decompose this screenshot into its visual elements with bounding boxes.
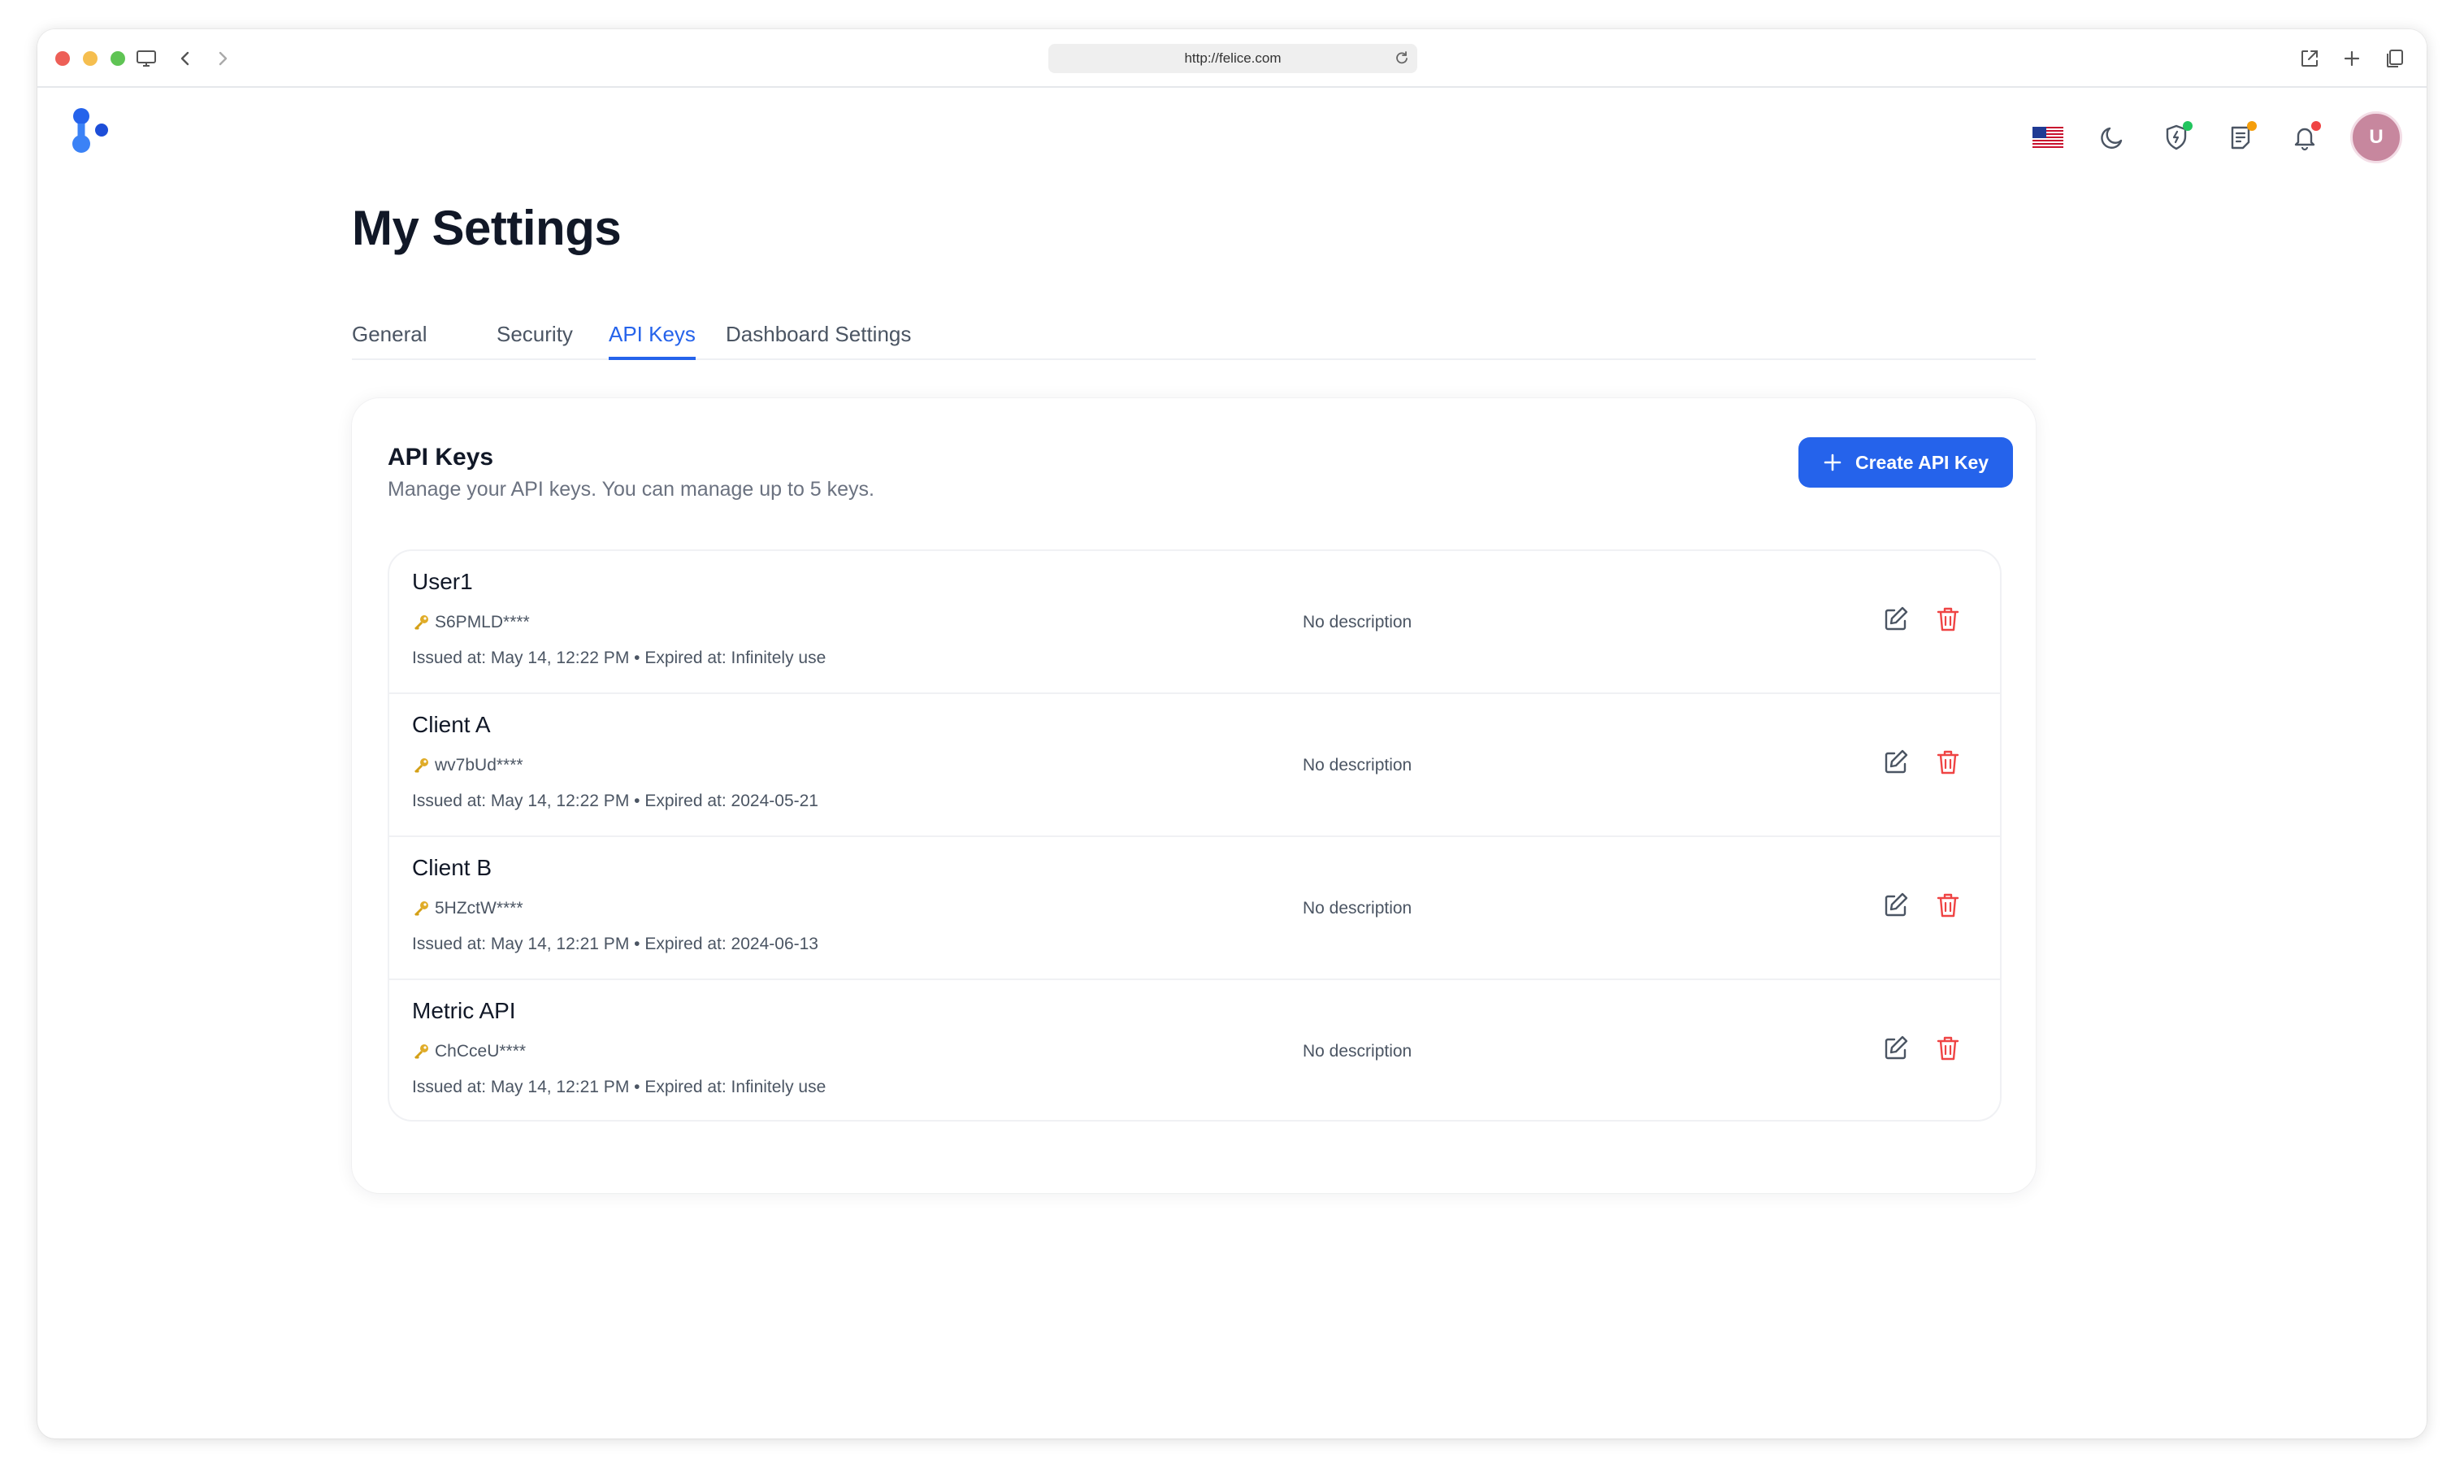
api-key-token: S6PMLD**** (412, 613, 530, 632)
api-keys-subtitle: Manage your API keys. You can manage up … (388, 478, 874, 501)
back-icon[interactable] (172, 46, 198, 72)
create-api-key-label: Create API Key (1855, 451, 1989, 473)
page-title: My Settings (352, 201, 622, 255)
delete-trash-icon[interactable] (1932, 1032, 1964, 1065)
api-key-name: Client A (412, 712, 491, 737)
security-shield-icon[interactable] (2158, 119, 2194, 155)
url-text: http://felice.com (1184, 50, 1282, 66)
us-flag-icon[interactable] (2030, 119, 2066, 155)
row-actions (1880, 889, 1964, 922)
header-actions: U (2002, 109, 2402, 166)
key-icon (412, 757, 430, 775)
notes-icon[interactable] (2223, 119, 2258, 155)
sidebar-toggle-icon[interactable] (133, 46, 159, 72)
api-key-token: ChCceU**** (412, 1042, 526, 1061)
api-key-meta: Issued at: May 14, 12:21 PM • Expired at… (412, 1078, 826, 1096)
delete-trash-icon[interactable] (1932, 746, 1964, 779)
delete-trash-icon[interactable] (1932, 603, 1964, 636)
api-keys-title: API Keys (388, 444, 494, 471)
close-window-button[interactable] (55, 51, 70, 66)
api-key-meta: Issued at: May 14, 12:21 PM • Expired at… (412, 935, 818, 953)
api-key-description: No description (1303, 756, 1412, 775)
api-keys-list: User1 S6PMLD**** Issued at: May 14, 12:2… (388, 549, 2002, 1122)
key-icon (412, 614, 430, 631)
api-key-row: Client B 5HZctW**** Issued at: May 14, 1… (389, 837, 2000, 980)
api-key-row: User1 S6PMLD**** Issued at: May 14, 12:2… (389, 551, 2000, 694)
tab-dashboard-settings[interactable]: Dashboard Settings (726, 311, 911, 360)
share-icon[interactable] (2297, 46, 2323, 72)
api-key-meta: Issued at: May 14, 12:22 PM • Expired at… (412, 649, 826, 667)
address-bar[interactable]: http://felice.com (1048, 44, 1417, 73)
api-keys-card: API Keys Manage your API keys. You can m… (352, 398, 2036, 1193)
notifications-status-dot (2311, 121, 2321, 131)
api-key-token-text: 5HZctW**** (435, 899, 523, 918)
key-icon (412, 900, 430, 918)
dark-mode-moon-icon[interactable] (2094, 119, 2130, 155)
row-actions (1880, 603, 1964, 636)
api-key-token-text: S6PMLD**** (435, 613, 530, 631)
tab-security[interactable]: Security (497, 311, 573, 360)
plus-icon (1823, 453, 1842, 472)
api-key-row: Client A wv7bUd**** Issued at: May 14, 1… (389, 694, 2000, 837)
api-key-token: wv7bUd**** (412, 756, 523, 775)
tab-api-keys[interactable]: API Keys (609, 311, 696, 360)
forward-icon[interactable] (210, 46, 236, 72)
edit-icon[interactable] (1880, 889, 1912, 922)
api-key-token-text: wv7bUd**** (435, 756, 523, 775)
row-actions (1880, 746, 1964, 779)
maximize-window-button[interactable] (111, 51, 125, 66)
security-status-dot (2183, 121, 2193, 131)
browser-titlebar: http://felice.com (37, 29, 2427, 88)
api-key-description: No description (1303, 613, 1412, 631)
api-key-description: No description (1303, 899, 1412, 918)
api-key-name: Metric API (412, 998, 516, 1023)
tab-overview-icon[interactable] (2381, 46, 2407, 72)
api-key-meta: Issued at: May 14, 12:22 PM • Expired at… (412, 792, 818, 810)
api-key-token-text: ChCceU**** (435, 1042, 527, 1061)
api-key-token: 5HZctW**** (412, 899, 523, 918)
create-api-key-button[interactable]: Create API Key (1798, 437, 2013, 488)
row-actions (1880, 1032, 1964, 1065)
delete-trash-icon[interactable] (1932, 889, 1964, 922)
api-key-row: Metric API ChCceU**** Issued at: May 14,… (389, 980, 2000, 1120)
user-avatar[interactable]: U (2350, 111, 2402, 163)
settings-tabs: General Security API Keys Dashboard Sett… (352, 311, 2036, 360)
edit-icon[interactable] (1880, 1032, 1912, 1065)
reload-icon[interactable] (1395, 50, 1409, 69)
api-key-name: User1 (412, 569, 473, 594)
edit-icon[interactable] (1880, 746, 1912, 779)
notifications-bell-icon[interactable] (2287, 119, 2323, 155)
key-icon (412, 1043, 430, 1061)
api-key-name: Client B (412, 855, 492, 880)
minimize-window-button[interactable] (83, 51, 98, 66)
edit-icon[interactable] (1880, 603, 1912, 636)
app-logo[interactable] (72, 107, 112, 156)
api-key-description: No description (1303, 1042, 1412, 1061)
tab-general[interactable]: General (352, 311, 427, 360)
new-tab-icon[interactable] (2339, 46, 2365, 72)
notes-status-dot (2247, 121, 2257, 131)
